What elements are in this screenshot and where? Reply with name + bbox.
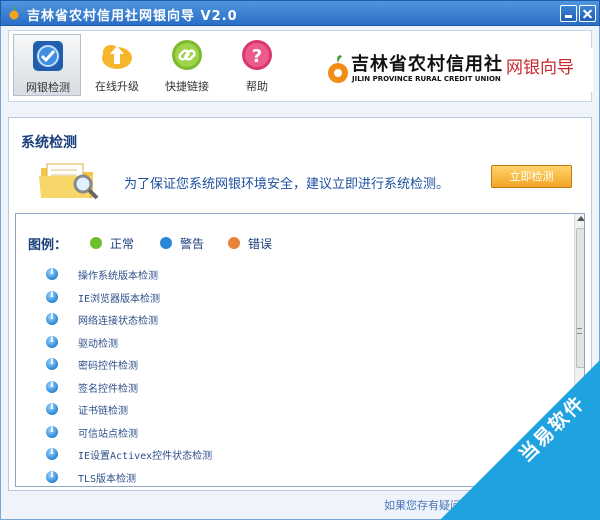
tool-label: 网银检测	[26, 81, 70, 94]
check-item: 驱动检测	[46, 334, 346, 350]
tool-online-upgrade[interactable]: 在线升级	[83, 34, 151, 96]
bank-logo: 吉林省农村信用社 JILIN PROVINCE RURAL CREDIT UNI…	[325, 48, 593, 92]
check-item-label: 签名控件检测	[78, 383, 138, 395]
check-item: 操作系统版本检测	[46, 266, 346, 282]
window-title: 吉林省农村信用社网银向导 V2.0	[27, 9, 238, 24]
check-item-label: 驱动检测	[78, 338, 118, 350]
info-icon	[160, 237, 172, 249]
info-icon	[46, 357, 58, 370]
bank-name-cn: 吉林省农村信用社	[351, 54, 503, 75]
tool-quick-links[interactable]: 快捷链接	[153, 34, 221, 96]
toolbar: 网银检测 在线升级 快捷链接 ? 帮助 吉林省农村信用社 JILIN PROVI…	[8, 30, 593, 102]
tool-help[interactable]: ? 帮助	[223, 34, 291, 96]
info-icon	[46, 267, 58, 280]
tool-label: 快捷链接	[165, 80, 209, 93]
check-item: 网络连接状态检测	[46, 311, 346, 327]
tool-bank-check[interactable]: 网银检测	[13, 34, 81, 96]
check-item: 签名控件检测	[46, 379, 346, 395]
svg-text:?: ?	[252, 46, 262, 67]
check-hint-text: 为了保证您系统网银环境安全，建议立即进行系统检测。	[124, 177, 450, 192]
info-icon	[46, 447, 58, 460]
info-icon	[46, 425, 58, 438]
info-icon	[46, 470, 58, 483]
check-item: IE浏览器版本检测	[46, 289, 346, 305]
check-item: 证书链检测	[46, 401, 346, 417]
legend-title: 图例：	[28, 238, 68, 253]
check-item: IE设置Activex控件状态检测	[46, 446, 346, 462]
legend-label: 警告	[180, 237, 205, 251]
bank-name-en: JILIN PROVINCE RURAL CREDIT UNION	[352, 75, 501, 83]
rcc-logo-icon	[328, 55, 348, 83]
info-icon	[46, 380, 58, 393]
check-item-label: IE设置Activex控件状态检测	[78, 451, 213, 462]
title-bar: 吉林省农村信用社网银向导 V2.0	[0, 0, 600, 26]
bank-slogan: 网银向导	[506, 58, 574, 78]
scroll-thumb[interactable]	[576, 228, 584, 368]
check-item-label: 密码控件检测	[78, 361, 138, 372]
link-icon	[172, 40, 202, 70]
help-icon: ?	[242, 40, 272, 70]
check-item: 密码控件检测	[46, 356, 346, 372]
info-icon	[46, 402, 58, 415]
check-item-label: 可信站点检测	[78, 428, 138, 440]
monitor-check-icon	[33, 41, 63, 71]
legend-label: 正常	[110, 237, 135, 251]
legend-label: 错误	[248, 237, 273, 251]
ok-icon	[90, 237, 102, 249]
start-check-button[interactable]: 立即检测	[491, 165, 572, 188]
info-icon	[46, 335, 58, 348]
check-item-label: TLS版本检测	[78, 473, 137, 485]
check-item-label: 网络连接状态检测	[78, 316, 158, 327]
upload-arrow-icon	[102, 45, 132, 69]
tool-label: 帮助	[246, 80, 268, 93]
app-icon	[9, 6, 19, 20]
check-item-label: 操作系统版本检测	[78, 271, 158, 282]
check-item: TLS版本检测	[46, 469, 346, 485]
info-icon	[46, 290, 58, 303]
scroll-up-arrow-icon[interactable]	[577, 216, 584, 221]
tool-label: 在线升级	[95, 80, 139, 93]
error-icon	[228, 237, 240, 249]
close-button[interactable]	[579, 5, 596, 22]
section-title: 系统检测	[21, 135, 77, 151]
minimize-button[interactable]	[560, 5, 577, 22]
check-item-label: IE浏览器版本检测	[78, 293, 161, 305]
scroll-grip-icon	[577, 328, 582, 334]
check-item: 可信站点检测	[46, 424, 346, 440]
folder-magnifier-icon	[39, 163, 99, 200]
check-item-label: 证书链检测	[78, 406, 128, 417]
info-icon	[46, 312, 58, 325]
